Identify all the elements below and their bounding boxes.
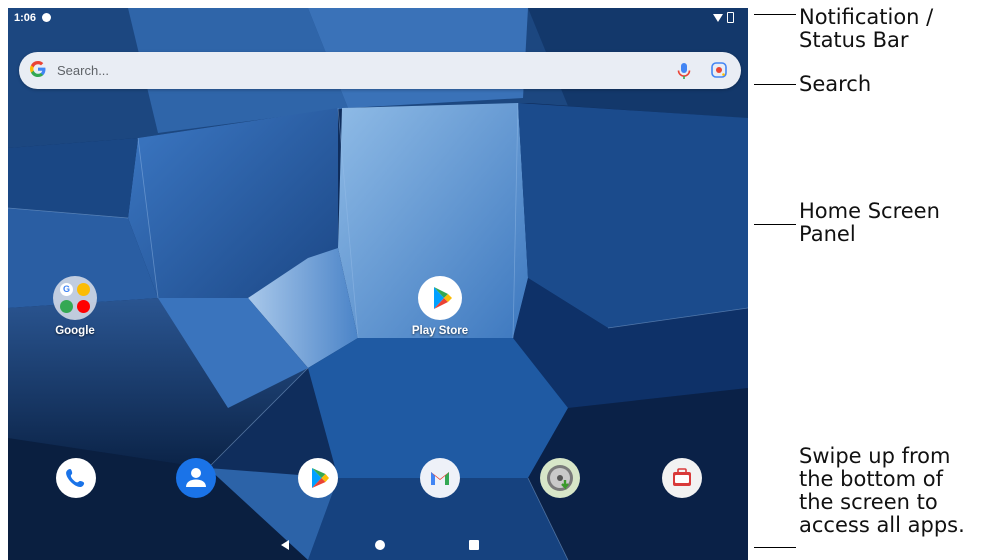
callout-search: Search (799, 72, 872, 96)
page: 1:06 Search... G Google Play Store Notif… (0, 0, 1004, 560)
recents-icon[interactable] (469, 540, 479, 550)
search-input[interactable]: Search... (57, 63, 109, 78)
contacts-icon (186, 468, 206, 487)
google-g-icon (29, 59, 47, 84)
callout-home-panel: Home Screen Panel (799, 199, 940, 246)
back-icon[interactable] (281, 540, 289, 550)
chrome-mini-icon (77, 283, 90, 296)
lens-icon[interactable] (710, 61, 728, 79)
play-store-icon (418, 276, 462, 320)
app-play-store[interactable]: Play Store (395, 276, 485, 337)
notification-dot-icon (42, 13, 51, 22)
play-store-icon (312, 468, 329, 488)
phone-icon (66, 469, 85, 487)
status-bar[interactable]: 1:06 (8, 8, 748, 28)
youtube-mini-icon (77, 300, 90, 313)
app-label: Play Store (411, 325, 469, 337)
callout-status-bar: Notification / Status Bar (799, 5, 934, 52)
status-time: 1:06 (14, 12, 37, 24)
maps-mini-icon (60, 300, 73, 313)
callout-swipe: Swipe up from the bottom of the screen t… (799, 444, 965, 537)
callout-line-swipe (754, 547, 796, 548)
tablet-screen: 1:06 Search... G Google Play Store (8, 8, 748, 560)
callout-line-search (754, 84, 796, 85)
search-bar[interactable]: Search... (19, 52, 741, 89)
app-label: Google (55, 325, 95, 337)
toolbox-icon (673, 468, 691, 486)
callout-line-home-panel (754, 224, 796, 225)
play-store-dock-icon[interactable] (298, 458, 338, 498)
wifi-icon (713, 13, 723, 22)
gmail-app-icon[interactable] (420, 458, 460, 498)
google-mini-icon: G (60, 283, 73, 296)
contacts-app-icon[interactable] (176, 458, 216, 498)
status-icons (713, 12, 734, 23)
battery-icon (727, 12, 734, 23)
disc-update-icon (547, 465, 573, 491)
mic-icon[interactable] (675, 61, 693, 81)
update-app-icon[interactable] (540, 458, 580, 498)
app-google-folder[interactable]: G Google (30, 276, 120, 337)
phone-app-icon[interactable] (56, 458, 96, 498)
google-folder-icon: G (53, 276, 97, 320)
callout-line-status (754, 14, 796, 15)
gmail-icon (431, 472, 449, 485)
toolbox-app-icon[interactable] (662, 458, 702, 498)
home-icon[interactable] (375, 540, 385, 550)
